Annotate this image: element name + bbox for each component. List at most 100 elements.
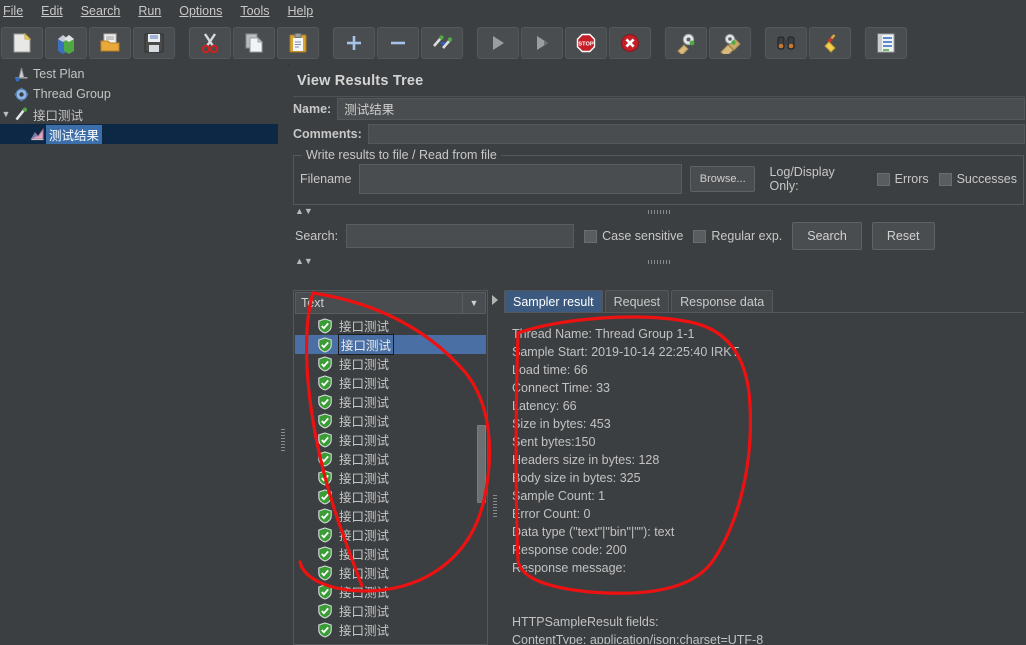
results-tree-icon <box>28 127 46 142</box>
new-button[interactable] <box>1 27 43 59</box>
menu-item-help[interactable]: Help <box>279 2 323 20</box>
list-item[interactable]: 接口测试 <box>295 449 486 468</box>
tree-item-label: 测试结果 <box>46 124 103 144</box>
expand-all-button[interactable] <box>333 27 375 59</box>
list-item[interactable]: 接口测试 <box>295 430 486 449</box>
menu-item-search[interactable]: Search <box>72 2 130 20</box>
splitter-arrows[interactable]: ▲▼ <box>295 206 313 216</box>
sampler-result-text[interactable]: Thread Name: Thread Group 1-1 Sample Sta… <box>504 312 1024 644</box>
menu-item-options[interactable]: Options <box>170 2 231 20</box>
paste-button[interactable] <box>277 27 319 59</box>
list-item-selected[interactable]: 接口测试 <box>295 334 486 355</box>
horizontal-splitter-bottom[interactable]: ▲▼ <box>293 255 1024 269</box>
case-sensitive-checkbox[interactable] <box>584 229 598 243</box>
sample-result-list[interactable]: 接口测试 接口测试 接口测试 接口测试 接口测试 接口测试 接口测试 接口测试 … <box>295 316 486 644</box>
renderer-combo[interactable]: Text ▼ <box>295 292 486 314</box>
results-area: Text ▼ 接口测试 接口测试 接口测试 接口测试 接口测试 接口测试 接口测… <box>293 290 1024 645</box>
list-item-label: 接口测试 <box>339 320 390 334</box>
search-toolbar-button[interactable] <box>765 27 807 59</box>
list-item[interactable]: 接口测试 <box>295 506 486 525</box>
clear-button[interactable] <box>665 27 707 59</box>
function-helper-button[interactable] <box>865 27 907 59</box>
tree-item-view-results-tree[interactable]: 测试结果 <box>0 124 278 144</box>
start-no-pauses-button[interactable] <box>521 27 563 59</box>
list-item[interactable]: 接口测试 <box>295 468 486 487</box>
search-input[interactable] <box>346 224 575 248</box>
result-line-blank <box>512 577 1024 595</box>
list-item[interactable]: 接口测试 <box>295 601 486 620</box>
test-plan-tree[interactable]: Test Plan Thread Group ▼ 接口测试 测试结果 <box>0 64 279 645</box>
thread-group-icon <box>12 87 30 102</box>
main-vertical-splitter[interactable] <box>278 64 288 645</box>
list-item[interactable]: 接口测试 <box>295 544 486 563</box>
menu-item-tools[interactable]: Tools <box>231 2 278 20</box>
start-button[interactable] <box>477 27 519 59</box>
list-item-label: 接口测试 <box>339 491 390 505</box>
copy-button[interactable] <box>233 27 275 59</box>
browse-button[interactable]: Browse... <box>689 166 756 192</box>
cut-button[interactable] <box>189 27 231 59</box>
result-line: Size in bytes: 453 <box>512 417 611 431</box>
results-list-scrollbar-thumb[interactable] <box>477 425 486 503</box>
list-item[interactable]: 接口测试 <box>295 620 486 639</box>
regular-exp-checkbox[interactable] <box>693 229 707 243</box>
list-item[interactable]: 接口测试 <box>295 316 486 335</box>
open-button[interactable] <box>89 27 131 59</box>
results-list-panel: Text ▼ 接口测试 接口测试 接口测试 接口测试 接口测试 接口测试 接口测… <box>293 290 488 645</box>
save-button[interactable] <box>133 27 175 59</box>
tab-request[interactable]: Request <box>604 290 670 312</box>
splitter-arrows[interactable]: ▲▼ <box>295 256 313 266</box>
horizontal-splitter-top[interactable]: ▲▼ <box>293 205 1024 219</box>
tree-item-http-sampler[interactable]: ▼ 接口测试 <box>0 104 278 124</box>
search-reset-button[interactable] <box>809 27 851 59</box>
shutdown-button[interactable] <box>609 27 651 59</box>
success-shield-icon <box>317 336 333 353</box>
list-item-label: 接口测试 <box>339 377 390 391</box>
stop-button[interactable]: STOP <box>565 27 607 59</box>
list-item-label: 接口测试 <box>337 334 395 355</box>
splitter-expand-arrow-icon[interactable] <box>492 295 498 305</box>
menu-item-file[interactable]: File <box>0 2 32 20</box>
tree-item-test-plan[interactable]: Test Plan <box>0 64 278 84</box>
successes-checkbox[interactable] <box>938 172 952 186</box>
list-item[interactable]: 接口测试 <box>295 373 486 392</box>
list-item[interactable]: 接口测试 <box>295 392 486 411</box>
list-item[interactable]: 接口测试 <box>295 582 486 601</box>
search-label: Search: <box>295 229 339 243</box>
collapse-all-button[interactable] <box>377 27 419 59</box>
paste-icon <box>287 32 309 54</box>
tab-response-data[interactable]: Response data <box>671 290 774 312</box>
tree-item-label: 接口测试 <box>33 108 84 123</box>
name-input[interactable]: 测试结果 <box>337 98 1025 120</box>
toggle-button[interactable] <box>421 27 463 59</box>
templates-icon <box>55 32 77 54</box>
list-item[interactable]: 接口测试 <box>295 525 486 544</box>
result-line: ContentType: application/json;charset=UT… <box>512 633 764 644</box>
errors-checkbox[interactable] <box>876 172 890 186</box>
results-splitter[interactable] <box>489 290 503 645</box>
success-shield-icon <box>317 469 333 486</box>
tree-twisty-expanded[interactable]: ▼ <box>0 109 12 119</box>
comments-input[interactable] <box>367 124 1025 144</box>
clear-all-button[interactable] <box>709 27 751 59</box>
filename-input[interactable] <box>359 164 682 194</box>
templates-button[interactable] <box>45 27 87 59</box>
comments-row: Comments: <box>293 123 1025 145</box>
success-shield-icon <box>317 374 333 391</box>
list-item[interactable]: 接口测试 <box>295 487 486 506</box>
chevron-down-icon[interactable]: ▼ <box>462 293 485 313</box>
menu-item-run[interactable]: Run <box>129 2 170 20</box>
result-line: Thread Name: Thread Group 1-1 <box>512 327 695 341</box>
tab-sampler-result[interactable]: Sampler result <box>504 290 603 312</box>
success-shield-icon <box>317 507 333 524</box>
view-results-tree-panel: View Results Tree Name: 测试结果 Comments: W… <box>289 64 1026 645</box>
list-item[interactable]: 接口测试 <box>295 411 486 430</box>
reset-button[interactable]: Reset <box>871 222 935 250</box>
menu-item-edit[interactable]: Edit <box>32 2 72 20</box>
tree-item-thread-group[interactable]: Thread Group <box>0 84 278 104</box>
minus-icon <box>387 32 409 54</box>
list-item[interactable]: 接口测试 <box>295 354 486 373</box>
list-item[interactable]: 接口测试 <box>295 563 486 582</box>
search-button[interactable]: Search <box>792 222 862 250</box>
log-display-only-label: Log/Display Only: <box>769 165 835 193</box>
